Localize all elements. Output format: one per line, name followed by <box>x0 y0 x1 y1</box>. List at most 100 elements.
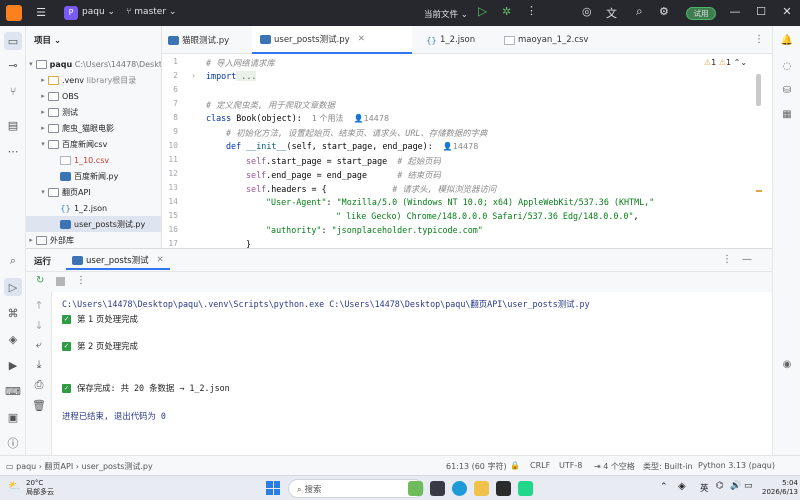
usages-hint[interactable]: 1 个用法 <box>312 114 344 123</box>
translate-icon[interactable]: 文 <box>606 5 617 21</box>
tree-item-json[interactable]: {} 1_2.json <box>26 200 161 216</box>
network-icon[interactable]: ⌬ <box>716 481 724 491</box>
project-selector[interactable]: paqu ⌄ <box>82 7 115 17</box>
branch-selector[interactable]: ⑂ master ⌄ <box>126 7 176 17</box>
more-icon[interactable]: ⋮ <box>76 275 86 286</box>
project-folder-icon[interactable]: ▭ <box>4 32 22 50</box>
indent-setting[interactable]: ⇥ 4 个空格 <box>594 461 635 472</box>
search-everywhere-icon[interactable]: ⌕ <box>4 252 22 270</box>
breadcrumb-item[interactable]: user_posts测试.py <box>82 462 153 471</box>
folded-code[interactable]: ... <box>236 71 257 81</box>
structure-icon[interactable]: ▤ <box>4 116 22 134</box>
breadcrumb-item[interactable]: 翻页API <box>45 462 74 471</box>
close-icon[interactable]: ✕ <box>774 5 800 18</box>
search-highlight-icon[interactable] <box>408 481 423 496</box>
more-icon[interactable]: ⋮ <box>526 4 537 17</box>
database-icon[interactable]: ⛁ <box>779 82 795 98</box>
minimize-panel-icon[interactable]: — <box>742 254 752 265</box>
tree-item-baidu-py[interactable]: 百度新闻.py <box>26 168 161 184</box>
caret-position[interactable]: 61:13 (60 字符) <box>446 461 507 472</box>
inspection-widget[interactable]: ⚠1 ⚠1 ⌃⌄ <box>704 58 747 67</box>
start-windows-icon[interactable] <box>266 481 280 495</box>
task-view-icon[interactable] <box>430 481 445 496</box>
tab-close-icon[interactable]: ✕ <box>358 34 365 44</box>
battery-icon[interactable]: ▭ <box>744 481 753 491</box>
line-separator[interactable]: CRLF <box>530 461 550 470</box>
arrow-up-icon[interactable]: ↑ <box>30 296 48 314</box>
author-hint[interactable]: 👤14478 <box>443 142 478 151</box>
system-clock[interactable]: 5:04 2026/6/13 <box>762 479 798 497</box>
stop-icon[interactable] <box>56 277 65 286</box>
debug-icon[interactable]: ✲ <box>502 5 511 18</box>
soft-wrap-icon[interactable]: ⤶ <box>30 336 48 354</box>
trial-button[interactable]: 试用 <box>686 7 716 20</box>
avatar[interactable]: ◉ <box>779 356 795 372</box>
tree-item-venv[interactable]: ▸ .venv library根目录 <box>26 72 161 88</box>
more-icon[interactable]: ⋮ <box>722 254 732 265</box>
tree-root[interactable]: ▾ paqu C:\Users\14478\Deskt <box>26 56 161 72</box>
pycharm-icon[interactable] <box>518 481 533 496</box>
run-tab[interactable]: user_posts测试 ✕ <box>66 252 170 270</box>
tray-chevron-icon[interactable]: ⌃ <box>660 482 668 492</box>
terminal-icon[interactable]: ▣ <box>4 408 22 426</box>
tab-user-posts[interactable]: user_posts测试.py ✕ <box>252 26 412 54</box>
tab-json[interactable]: {} 1_2.json <box>418 26 490 54</box>
scrollbar-warning-marker[interactable] <box>756 190 762 192</box>
run-icon[interactable]: ▷ <box>478 4 487 18</box>
close-icon[interactable]: ✕ <box>157 255 164 265</box>
tree-item-external-libs[interactable]: ▸ 外部库 <box>26 232 161 248</box>
file-encoding[interactable]: UTF-8 <box>559 461 582 470</box>
tab-maoyan-test[interactable]: 猫眼测试.py <box>168 26 252 54</box>
ai-assistant-icon[interactable]: ◎ <box>582 5 592 18</box>
layers-icon[interactable]: ◈ <box>4 330 22 348</box>
tree-item-maoyan[interactable]: ▸ 爬虫_猫眼电影 <box>26 120 161 136</box>
weather-widget[interactable]: 20°C 局部多云 <box>26 479 54 497</box>
settings-gear-icon[interactable]: ⚙ <box>659 5 669 18</box>
tab-more-icon[interactable]: ⋮ <box>754 34 764 45</box>
file-explorer-icon[interactable] <box>474 481 489 496</box>
edge-icon[interactable] <box>452 481 467 496</box>
tree-item-baidu-csv[interactable]: ▾ 百度新闻csv <box>26 136 161 152</box>
fold-chevron-icon[interactable]: › <box>192 71 195 80</box>
more-tools-icon[interactable]: ⋯ <box>4 142 22 160</box>
editor-scrollbar[interactable] <box>756 74 761 106</box>
services-icon[interactable]: ▶ <box>4 356 22 374</box>
github-icon[interactable] <box>496 481 511 496</box>
tab-maoyan-csv[interactable]: maoyan_1_2.csv <box>496 26 606 54</box>
git-branch-icon[interactable]: ⑂ <box>4 82 22 100</box>
weather-icon[interactable]: ⛅ <box>8 481 20 492</box>
notifications-bell-icon[interactable]: 🔔 <box>779 32 795 48</box>
console-output[interactable]: C:\Users\14478\Desktop\paqu\.venv\Script… <box>52 292 772 455</box>
trash-icon[interactable]: 🗑 <box>30 396 48 414</box>
run-config-selector[interactable]: 当前文件 ⌄ <box>424 8 468 20</box>
sciview-icon[interactable]: ▦ <box>779 106 795 122</box>
author-hint[interactable]: 👤14478 <box>354 114 389 123</box>
search-icon[interactable]: ⌕ <box>636 4 643 19</box>
python-interpreter[interactable]: Python 3.13 (paqu) <box>698 461 775 470</box>
type-indicator[interactable]: 类型: Built-in <box>643 461 693 472</box>
run-tool-icon[interactable]: ▷ <box>4 278 22 296</box>
tree-item-user-posts[interactable]: user_posts测试.py <box>26 216 161 232</box>
code-editor[interactable]: # 导入网络请求库 import ... # 定义爬虫类, 用于爬取文章数据 c… <box>202 54 762 248</box>
breadcrumb-item[interactable]: paqu <box>16 462 36 471</box>
taskbar-search[interactable]: ⌕ 搜索 <box>288 479 424 498</box>
tray-app-icon[interactable]: ◈ <box>678 481 686 492</box>
maximize-icon[interactable]: ☐ <box>748 5 774 18</box>
python-packages-icon[interactable]: ⌘ <box>4 304 22 322</box>
minimize-icon[interactable]: — <box>722 5 748 18</box>
volume-icon[interactable]: 🔊 <box>730 481 741 491</box>
readonly-lock-icon[interactable]: 🔒 <box>510 461 520 470</box>
tree-item-api[interactable]: ▾ 翻页API <box>26 184 161 200</box>
python-console-icon[interactable]: ⌨ <box>4 382 22 400</box>
main-menu-icon[interactable]: ☰ <box>28 6 54 19</box>
arrow-down-icon[interactable]: ↓ <box>30 316 48 334</box>
scroll-to-end-icon[interactable]: ⤓ <box>30 356 48 374</box>
tree-item-csv-file[interactable]: 1_10.csv <box>26 152 161 168</box>
tree-item-test[interactable]: ▸ 测试 <box>26 104 161 120</box>
rerun-icon[interactable]: ↻ <box>36 275 44 286</box>
print-icon[interactable]: ⎙ <box>30 376 48 394</box>
ai-icon[interactable]: ◌ <box>779 58 795 74</box>
project-panel-title[interactable]: 项目 ⌄ <box>34 34 61 46</box>
problems-icon[interactable]: ⓘ <box>4 434 22 452</box>
input-language[interactable]: 英 <box>700 482 709 494</box>
